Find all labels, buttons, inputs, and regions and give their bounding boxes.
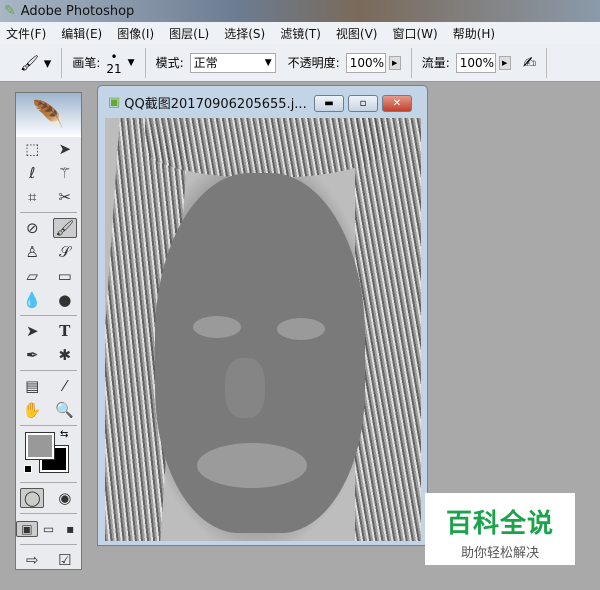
divider <box>20 370 77 371</box>
healing-brush-icon[interactable]: ⊘ <box>20 219 44 237</box>
history-brush-icon[interactable]: 𝒮 <box>53 243 77 261</box>
divider <box>546 47 548 78</box>
divider <box>410 47 412 78</box>
document-title: QQ截图20170906205655.j... <box>124 96 307 112</box>
foreground-color-swatch[interactable] <box>25 432 55 460</box>
image-canvas[interactable] <box>105 118 421 541</box>
blur-icon[interactable]: 💧 <box>20 291 44 309</box>
screen-mode-full-icon[interactable]: ▪ <box>59 522 81 536</box>
close-button[interactable]: ✕ <box>382 95 412 112</box>
standard-mode-icon[interactable]: ◯ <box>20 488 45 508</box>
photoshop-app-icon: ✎ <box>4 3 16 19</box>
zoom-icon[interactable]: 🔍 <box>53 401 77 419</box>
chevron-down-icon: ▼ <box>264 57 272 68</box>
opacity-slider-button[interactable]: ▶ <box>388 55 401 70</box>
brush-icon[interactable]: 🖌 <box>52 218 77 238</box>
eraser-icon[interactable]: ▱ <box>20 267 44 285</box>
divider <box>20 212 77 213</box>
swap-colors-icon[interactable]: ⇆ <box>60 429 68 440</box>
magic-wand-icon[interactable]: ⚚ <box>53 164 77 182</box>
menu-help[interactable]: 帮助(H) <box>453 25 495 42</box>
path-select-icon[interactable]: ➤ <box>20 322 44 340</box>
slice-icon[interactable]: ✂ <box>53 188 77 206</box>
opacity-input[interactable]: 100% <box>345 52 386 73</box>
menu-window[interactable]: 窗口(W) <box>392 25 437 42</box>
dodge-icon[interactable]: ● <box>53 291 77 309</box>
checkmark-icon[interactable]: ☑ <box>53 551 77 569</box>
options-bar: 🖌 ▾ 画笔: • 21 ▼ 模式: 正常 ▼ 不透明度: 100% ▶ 流量: 1… <box>0 44 600 82</box>
title-bar: ✎ Adobe Photoshop <box>0 0 600 22</box>
menu-image[interactable]: 图像(I) <box>117 25 154 42</box>
toolbox: 🪶 ⬚ ➤ ℓ ⚚ ⌗ ✂ ⊘ 🖌 ♙ 𝒮 ▱ ▭ 💧 ● ➤ T ✒ ✱ ▤ ⁄ ✋ 🔍 ⇆ ◯ ◉ … <box>15 92 82 570</box>
divider <box>20 513 77 514</box>
menu-filter[interactable]: 滤镜(T) <box>280 25 321 42</box>
menu-edit[interactable]: 编辑(E) <box>61 25 102 42</box>
divider <box>20 544 77 545</box>
menu-bar: 文件(F) 编辑(E) 图像(I) 图层(L) 选择(S) 滤镜(T) 视图(V… <box>0 22 600 44</box>
maximize-button[interactable]: ▫ <box>348 95 378 112</box>
image-file-icon: ▣ <box>108 94 121 110</box>
divider <box>61 47 63 78</box>
custom-shape-icon[interactable]: ✱ <box>53 346 77 364</box>
marquee-icon[interactable]: ⬚ <box>20 140 44 158</box>
brush-dot-icon: • <box>110 49 118 64</box>
watermark: 百科全说 助你轻松解决 <box>425 493 575 565</box>
flow-input[interactable]: 100% <box>455 52 496 73</box>
flow-slider-button[interactable]: ▶ <box>498 55 511 70</box>
mode-label: 模式: <box>155 56 184 70</box>
jump-to-imageready-icon[interactable]: ⇨ <box>20 551 44 569</box>
hand-icon[interactable]: ✋ <box>20 401 44 419</box>
brush-label: 画笔: <box>72 56 101 70</box>
clone-stamp-icon[interactable]: ♙ <box>20 243 44 261</box>
menu-layer[interactable]: 图层(L) <box>169 25 209 42</box>
menu-file[interactable]: 文件(F) <box>6 25 46 42</box>
quick-mask-icon[interactable]: ◉ <box>53 489 77 507</box>
brush-size-picker[interactable]: • 21 <box>106 51 121 75</box>
divider <box>20 482 77 483</box>
divider <box>20 315 77 316</box>
lasso-icon[interactable]: ℓ <box>20 164 44 182</box>
chevron-down-icon[interactable]: ▼ <box>128 58 135 68</box>
menu-view[interactable]: 视图(V) <box>336 25 378 42</box>
divider <box>144 47 146 78</box>
notes-icon[interactable]: ▤ <box>20 377 44 395</box>
mode-value: 正常 <box>193 56 218 70</box>
brush-size: 21 <box>106 61 122 76</box>
airbrush-icon[interactable]: ✍ <box>523 53 536 72</box>
screen-mode-full-menu-icon[interactable]: ▭ <box>38 522 60 536</box>
color-swatches: ⇆ <box>16 429 81 479</box>
opacity-label: 不透明度: <box>287 56 340 70</box>
divider <box>20 425 77 426</box>
flow-value: 100% <box>459 55 495 70</box>
feather-logo-icon[interactable]: 🪶 <box>16 93 81 137</box>
type-icon[interactable]: T <box>53 322 77 340</box>
watermark-subtitle: 助你轻松解决 <box>460 546 539 561</box>
watermark-title: 百科全说 <box>445 509 554 539</box>
default-colors-icon[interactable] <box>24 465 32 473</box>
menu-select[interactable]: 选择(S) <box>224 25 265 42</box>
screen-mode-standard-icon[interactable]: ▣ <box>16 521 38 537</box>
flow-label: 流量: <box>421 56 450 70</box>
pen-icon[interactable]: ✒ <box>20 346 44 364</box>
opacity-value: 100% <box>349 55 384 70</box>
eyedropper-icon[interactable]: ⁄ <box>53 377 77 395</box>
gradient-icon[interactable]: ▭ <box>53 267 77 285</box>
document-window: ▣ QQ截图20170906205655.j... ▬ ▫ ✕ <box>97 85 428 546</box>
app-title: Adobe Photoshop <box>20 3 135 19</box>
mode-select[interactable]: 正常 ▼ <box>189 52 276 73</box>
minimize-button[interactable]: ▬ <box>314 95 344 112</box>
tool-preset-picker[interactable]: 🖌 ▾ <box>20 54 51 72</box>
move-icon[interactable]: ➤ <box>53 140 77 158</box>
crop-icon[interactable]: ⌗ <box>20 188 44 206</box>
